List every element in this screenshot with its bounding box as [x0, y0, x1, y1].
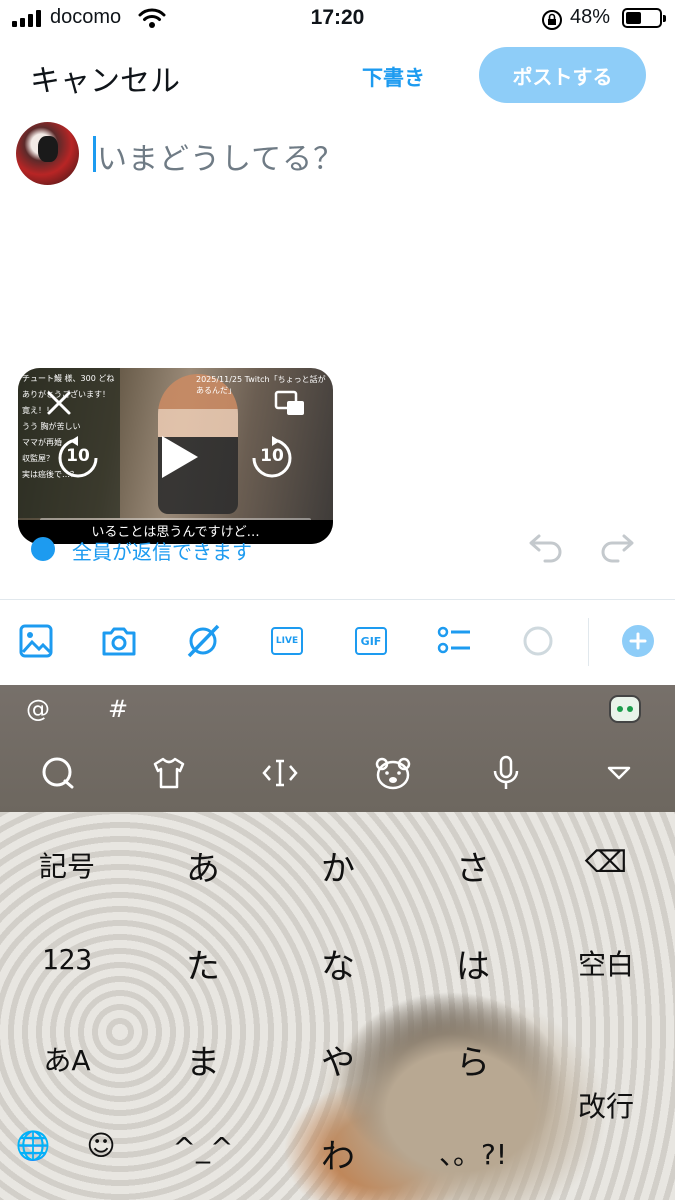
toolbar-divider [0, 599, 675, 600]
gif-icon[interactable]: GIF [353, 623, 389, 659]
at-key[interactable]: @ [26, 695, 50, 723]
rewind-seconds: 10 [66, 446, 90, 466]
number-key[interactable]: 123 [22, 943, 112, 976]
avatar [16, 122, 79, 185]
key-ya[interactable]: や [293, 1035, 383, 1084]
cancel-button[interactable]: キャンセル [30, 56, 180, 100]
expand-pip-icon[interactable] [274, 390, 306, 418]
kaomoji-key[interactable]: ^_^ [158, 1131, 248, 1164]
picture-in-picture-video[interactable]: チュート鰻 様、300 どね ありがとうございます！ 寛え！！ うう 胸が苦しい… [18, 368, 333, 544]
text-cursor [93, 136, 96, 172]
hash-key[interactable]: # [108, 695, 128, 723]
progress-circle-icon [520, 623, 556, 659]
keyboard: @ # 記号 あ か さ ⌫ 123 た な は 空白 あA ま や ら 改行 … [0, 685, 675, 1200]
key-ta[interactable]: た [158, 939, 248, 988]
camera-icon[interactable] [101, 623, 137, 659]
gif-label: GIF [355, 627, 387, 655]
key-ra[interactable]: ら [428, 1035, 518, 1084]
toolbar-separator [588, 618, 589, 666]
key-sa[interactable]: さ [428, 841, 518, 890]
chat-line: うう 胸が苦しい [22, 422, 81, 431]
video-timestamp-caption: 2025/11/25 Twitch「ちょっと話があるんだ」 [196, 375, 326, 395]
status-bar: docomo 17:20 48% [0, 0, 675, 38]
key-ma[interactable]: ま [158, 1035, 248, 1084]
grok-icon[interactable] [185, 623, 221, 659]
play-icon[interactable] [156, 432, 202, 482]
tshirt-icon[interactable] [149, 753, 189, 793]
forward-10-button[interactable]: 10 [250, 436, 294, 480]
kana-alpha-toggle-key[interactable]: あA [22, 1039, 112, 1079]
add-thread-icon[interactable] [620, 623, 656, 659]
battery-icon [622, 8, 666, 28]
close-icon[interactable] [46, 390, 72, 416]
assistant-bot-icon[interactable] [609, 695, 641, 723]
redo-icon[interactable] [598, 530, 636, 564]
kigou-key[interactable]: 記号 [22, 845, 112, 885]
bear-face-icon[interactable] [373, 753, 413, 793]
undo-icon[interactable] [527, 530, 565, 564]
backspace-key[interactable]: ⌫ [561, 845, 651, 880]
orientation-lock-icon [542, 10, 562, 30]
poll-icon[interactable] [436, 623, 472, 659]
drafts-button[interactable]: 下書き [362, 62, 425, 92]
return-key[interactable]: 改行 [561, 1085, 651, 1125]
key-na[interactable]: な [293, 939, 383, 988]
key-ha[interactable]: は [428, 939, 518, 988]
cursor-move-icon[interactable] [260, 753, 300, 793]
key-ka[interactable]: か [293, 841, 383, 890]
post-text-input[interactable]: いまどうしてる？ [97, 134, 344, 178]
forward-seconds: 10 [260, 446, 284, 466]
live-icon[interactable]: LIVE [269, 623, 305, 659]
space-key[interactable]: 空白 [561, 943, 651, 983]
reply-setting-label[interactable]: 全員が返信できます [72, 536, 252, 565]
emoji-icon[interactable]: ☺ [56, 1129, 146, 1162]
live-label: LIVE [271, 627, 303, 655]
chat-line: チュート鰻 様、300 どね [22, 374, 115, 383]
keyboard-toolbar [0, 685, 675, 812]
punctuation-key[interactable]: 、。?! [428, 1133, 518, 1173]
image-icon[interactable] [18, 623, 54, 659]
battery-percent: 48% [570, 6, 611, 28]
globe-reply-icon[interactable] [31, 537, 55, 561]
post-button[interactable]: ポストする [479, 47, 646, 103]
key-a[interactable]: あ [158, 841, 248, 890]
key-wa[interactable]: わ [293, 1129, 383, 1178]
chat-bubble-icon[interactable] [38, 753, 78, 793]
chevron-down-icon[interactable] [599, 753, 639, 793]
rewind-10-button[interactable]: 10 [56, 436, 100, 480]
microphone-icon[interactable] [486, 753, 526, 793]
